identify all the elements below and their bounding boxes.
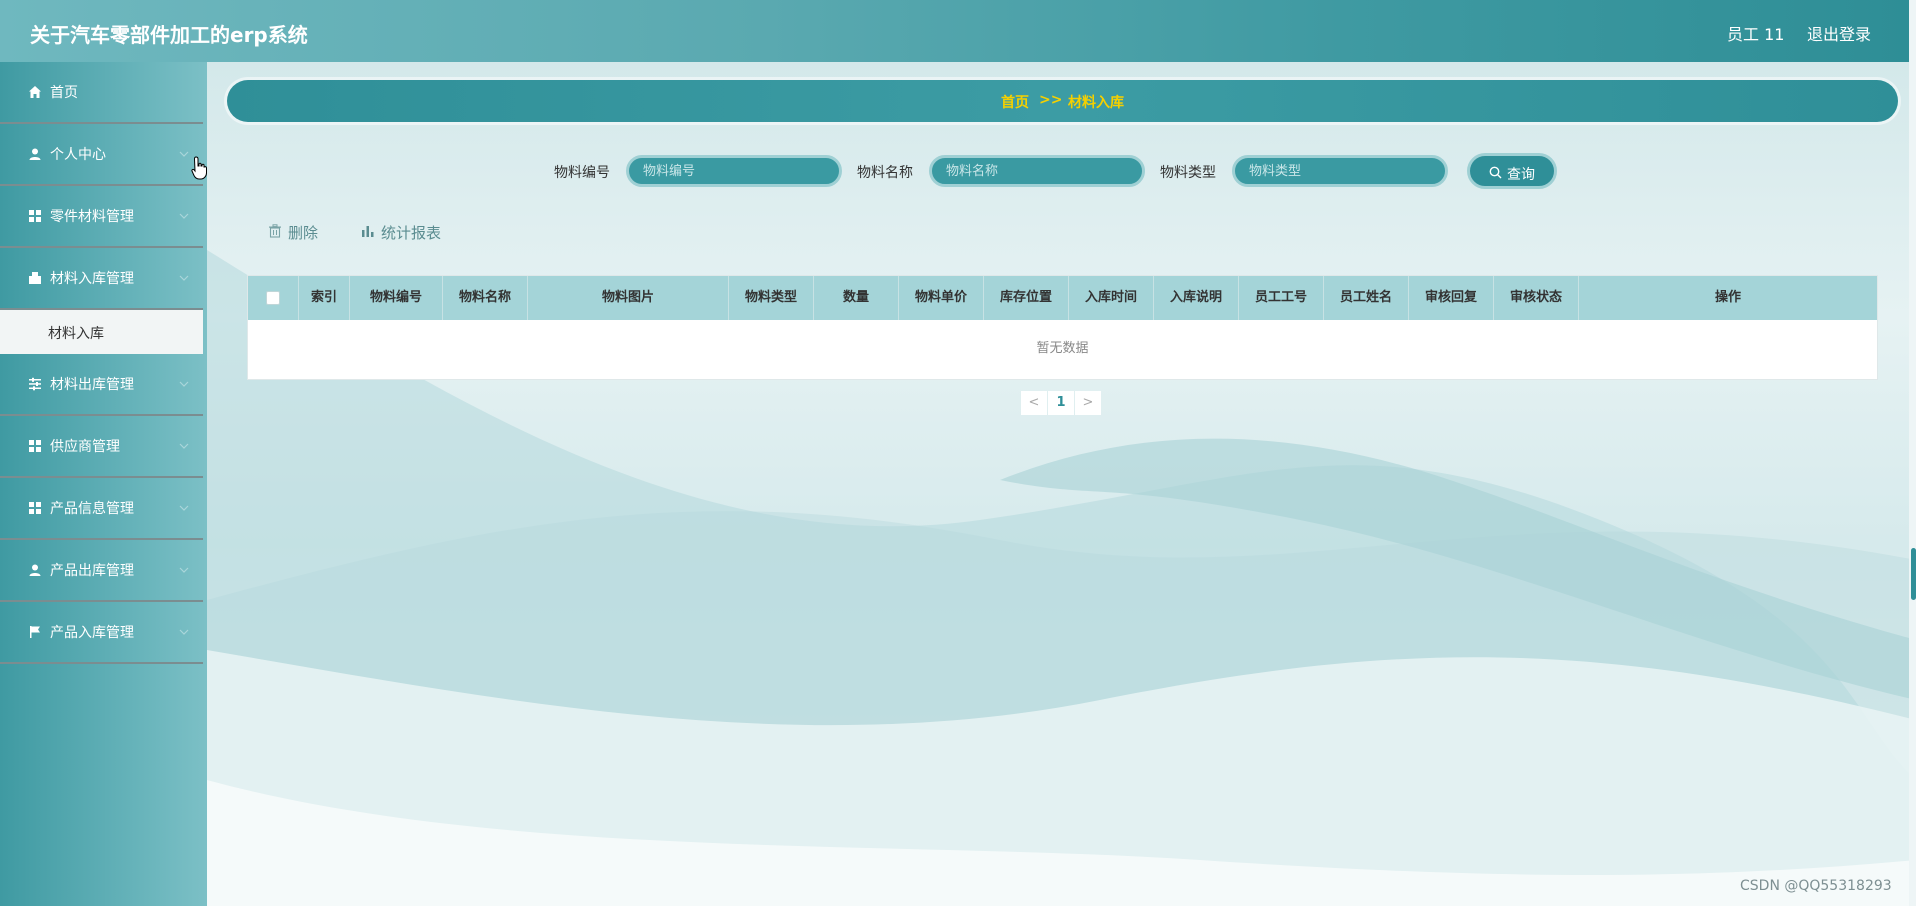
chevron-down-icon — [179, 381, 189, 387]
sidebar-item-material-inbound[interactable]: 材料入库管理 — [0, 248, 203, 310]
chevron-down-icon — [179, 151, 189, 157]
breadcrumb-separator: >> — [1039, 92, 1063, 108]
sidebar-item-label: 材料出库管理 — [50, 377, 134, 393]
chevron-down-icon — [179, 443, 189, 449]
search-button-label: 查询 — [1507, 167, 1535, 183]
column-header[interactable]: 索引 — [299, 276, 350, 320]
column-header[interactable]: 员工姓名 — [1324, 276, 1409, 320]
chevron-down-icon — [179, 275, 189, 281]
grid-icon — [29, 210, 41, 222]
column-header[interactable]: 审核回复 — [1409, 276, 1494, 320]
hand-cursor-icon — [191, 156, 207, 180]
search-icon — [1489, 166, 1502, 179]
search-label-type: 物料类型 — [1160, 165, 1216, 181]
grid-icon — [29, 440, 41, 452]
column-header[interactable]: 物料图片 — [528, 276, 729, 320]
delete-button-label: 删除 — [288, 224, 319, 242]
user-icon — [29, 564, 41, 576]
sidebar-item-label: 材料入库管理 — [50, 271, 134, 287]
select-all-checkbox[interactable] — [266, 291, 280, 305]
sidebar-item-label: 产品出库管理 — [50, 563, 134, 579]
material-inbound-table: 索引 物料编号 物料名称 物料图片 物料类型 数量 物料单价 库存位置 入库时间… — [247, 275, 1878, 380]
material-code-input[interactable] — [626, 155, 842, 187]
column-header[interactable]: 物料类型 — [729, 276, 814, 320]
sidebar: 首页 个人中心 零件材料管理 材料入库管理 材料入库 材料出库管理 供应商管理 … — [0, 62, 207, 906]
sidebar-item-label: 产品信息管理 — [50, 501, 134, 517]
page-number[interactable]: 1 — [1048, 391, 1074, 415]
prev-page-button[interactable]: < — [1021, 391, 1047, 415]
chevron-down-icon — [179, 505, 189, 511]
column-header[interactable]: 物料单价 — [899, 276, 984, 320]
flag-icon — [30, 626, 40, 638]
chevron-down-icon — [179, 213, 189, 219]
inbox-icon — [29, 272, 41, 284]
breadcrumb-current: 材料入库 — [1068, 95, 1124, 111]
background-waves — [0, 0, 1916, 906]
column-header[interactable]: 员工工号 — [1239, 276, 1324, 320]
search-button[interactable]: 查询 — [1467, 153, 1557, 189]
top-bar: 关于汽车零部件加工的erp系统 员工 11 退出登录 — [0, 0, 1916, 62]
sidebar-item-home[interactable]: 首页 — [0, 62, 203, 124]
sidebar-item-label: 零件材料管理 — [50, 209, 134, 225]
sliders-icon — [29, 377, 41, 391]
current-user: 员工 11 — [1727, 25, 1785, 44]
sidebar-item-product-inbound[interactable]: 产品入库管理 — [0, 602, 203, 664]
empty-state: 暂无数据 — [1036, 341, 1089, 356]
home-icon — [29, 86, 41, 98]
user-icon — [29, 148, 41, 160]
table-header: 索引 物料编号 物料名称 物料图片 物料类型 数量 物料单价 库存位置 入库时间… — [248, 276, 1877, 320]
sidebar-item-label: 供应商管理 — [50, 439, 120, 455]
material-name-input[interactable] — [929, 155, 1145, 187]
sidebar-item-parts-materials[interactable]: 零件材料管理 — [0, 186, 203, 248]
app-title: 关于汽车零部件加工的erp系统 — [30, 23, 308, 47]
column-header[interactable]: 物料编号 — [350, 276, 443, 320]
report-button-label: 统计报表 — [381, 224, 442, 242]
column-header[interactable]: 数量 — [814, 276, 899, 320]
sidebar-item-product-info[interactable]: 产品信息管理 — [0, 478, 203, 540]
sidebar-item-label: 个人中心 — [50, 147, 106, 163]
next-page-button[interactable]: > — [1075, 391, 1101, 415]
column-header[interactable]: 入库时间 — [1069, 276, 1154, 320]
trash-icon — [269, 224, 281, 238]
column-header: 操作 — [1714, 290, 1741, 305]
column-header[interactable]: 物料名称 — [443, 276, 528, 320]
column-header[interactable]: 库存位置 — [984, 276, 1069, 320]
scrollbar-thumb[interactable] — [1911, 548, 1916, 600]
sidebar-item-label: 产品入库管理 — [50, 625, 134, 641]
column-header[interactable]: 入库说明 — [1154, 276, 1239, 320]
sidebar-item-product-outbound[interactable]: 产品出库管理 — [0, 540, 203, 602]
material-type-input[interactable] — [1232, 155, 1448, 187]
search-label-code: 物料编号 — [554, 165, 610, 181]
column-header[interactable]: 审核状态 — [1494, 276, 1579, 320]
breadcrumb-home[interactable]: 首页 — [1001, 92, 1029, 112]
bar-chart-icon — [362, 226, 374, 237]
chevron-down-icon — [179, 567, 189, 573]
vertical-scrollbar[interactable] — [1909, 0, 1916, 906]
sidebar-item-suppliers[interactable]: 供应商管理 — [0, 416, 203, 478]
chevron-down-icon — [179, 629, 189, 635]
submenu-item-label: 材料入库 — [48, 326, 104, 342]
watermark: CSDN @QQ55318293 — [1740, 878, 1892, 894]
sidebar-item-label: 首页 — [50, 85, 78, 101]
breadcrumb: 首页 >> 材料入库 — [227, 80, 1898, 122]
sidebar-item-personal-center[interactable]: 个人中心 — [0, 124, 203, 186]
grid-icon — [29, 502, 41, 514]
search-label-name: 物料名称 — [857, 165, 913, 181]
logout-link[interactable]: 退出登录 — [1807, 21, 1871, 45]
sidebar-item-material-outbound[interactable]: 材料出库管理 — [0, 354, 203, 416]
submenu-item-material-inbound[interactable]: 材料入库 — [0, 310, 203, 354]
select-all-cell — [248, 276, 299, 320]
